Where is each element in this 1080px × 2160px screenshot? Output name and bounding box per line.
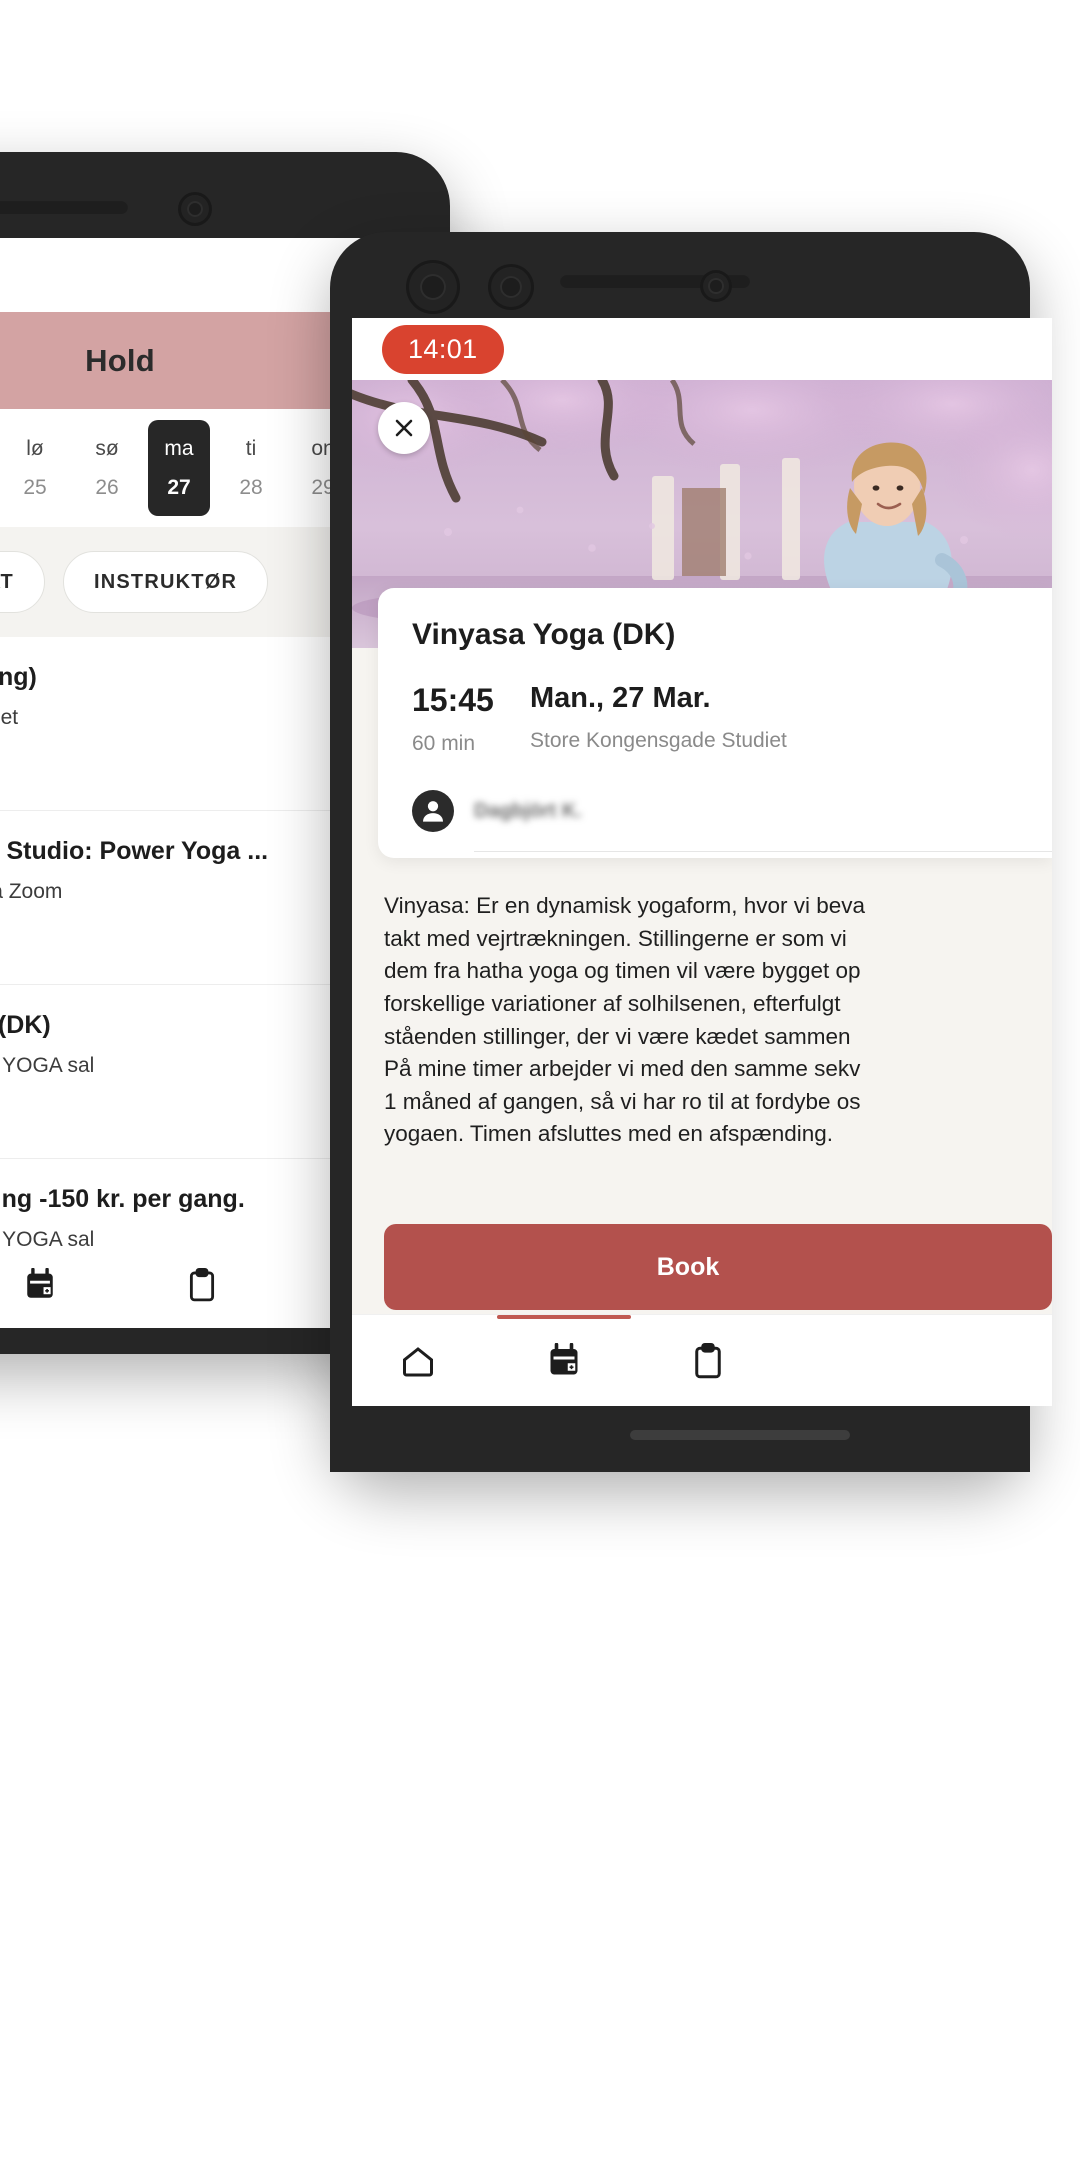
- nav-home-icon[interactable]: [400, 1343, 436, 1379]
- earpiece-speaker: [0, 200, 128, 214]
- front-phone-bottom-bezel: [330, 1400, 1030, 1472]
- divider: [474, 850, 1052, 852]
- filter-chip-instruktoer[interactable]: INSTRUKTØR: [62, 551, 269, 613]
- filter-chip-maerkat[interactable]: MÆRKAT: [0, 551, 45, 613]
- close-button[interactable]: [378, 402, 430, 454]
- class-title-text: HOT Yin Yoga (DK): [0, 1011, 51, 1039]
- back-phone-bezel: [0, 152, 450, 238]
- book-button[interactable]: Book: [384, 1224, 1052, 1310]
- class-location-text: Vesterbro Studiet: [0, 706, 19, 729]
- active-nav-indicator: [497, 1314, 631, 1319]
- gesture-nav-pill[interactable]: [630, 1430, 850, 1440]
- class-title-text: Power Yoga (eng): [0, 663, 37, 691]
- description-line: 1 måned af gangen, så vi har ro til at f…: [384, 1088, 861, 1114]
- detail-instructor-row[interactable]: Dagbjört K.: [412, 790, 1052, 852]
- class-description: Vinyasa: Er en dynamisk yogaform, hvor v…: [352, 858, 1052, 1151]
- day-cell-2[interactable]: lø 25: [4, 420, 66, 516]
- detail-date: Man., 27 Mar.: [530, 682, 711, 714]
- day-of-week: ti: [245, 436, 257, 460]
- day-cell-5[interactable]: ti 28: [220, 420, 282, 516]
- detail-date-block: Man., 27 Mar. Store Kongensgade Studiet: [530, 682, 787, 753]
- sensor-icon: [178, 192, 212, 226]
- detail-meta-row: 15:45 60 min Man., 27 Mar. Store Kongens…: [412, 682, 1052, 756]
- detail-time-block: 15:45 60 min: [412, 682, 530, 756]
- sensor-icon: [700, 270, 732, 302]
- detail-title: Vinyasa Yoga (DK): [412, 618, 676, 651]
- nav-calendar-icon[interactable]: [497, 1314, 631, 1379]
- page-title: Hold: [85, 342, 155, 378]
- day-cell-3[interactable]: sø 26: [76, 420, 138, 516]
- description-line: takt med vejrtrækningen. Stillingerne er…: [384, 925, 847, 951]
- front-bottom-nav: [352, 1314, 1052, 1406]
- description-line: På mine timer arbejder vi med den samme …: [384, 1056, 861, 1082]
- day-of-week: sø: [95, 436, 119, 460]
- front-phone-bezel: [330, 232, 1030, 318]
- class-location-text: Live-Stream via Zoom: [0, 880, 63, 903]
- status-time-badge: 14:01: [382, 324, 504, 374]
- class-detail-card: Vinyasa Yoga (DK) 15:45 60 min Man., 27 …: [378, 588, 1052, 858]
- description-line: Vinyasa: Er en dynamisk yogaform, hvor v…: [384, 893, 866, 918]
- description-line: dem fra hatha yoga og timen vil være byg…: [384, 958, 861, 984]
- class-title-text: Nada Behandling -150 kr. per gang.: [0, 1185, 245, 1213]
- camera-lens-secondary-icon: [488, 264, 534, 310]
- description-line: ståenden stillinger, der vi være kædet s…: [384, 1023, 851, 1049]
- day-number: 26: [95, 475, 119, 499]
- detail-duration: 60 min: [412, 732, 476, 755]
- detail-location: Store Kongensgade Studiet: [530, 729, 787, 752]
- front-phone-screen: 14:01 Vinyasa Yoga (DK) 15:45 60 min Man…: [352, 318, 1052, 1406]
- nav-clipboard-icon[interactable]: [187, 1268, 217, 1307]
- day-number: 27: [167, 475, 191, 499]
- detail-instructor-name: Dagbjört K.: [474, 799, 582, 822]
- description-line: forskellige variationer af solhilsenen, …: [384, 990, 841, 1016]
- day-number: 25: [23, 475, 47, 499]
- close-icon: [395, 419, 413, 437]
- detail-start-time: 15:45: [412, 682, 494, 718]
- class-title-text: Zoom from Studio: Power Yoga ...: [0, 837, 269, 865]
- book-button-container: Book: [352, 1224, 1052, 1310]
- description-line: yogaen. Timen afsluttes med en afspændin…: [384, 1121, 834, 1147]
- front-status-row: 14:01: [352, 318, 1052, 380]
- day-of-week: lø: [26, 436, 44, 460]
- day-cell-selected[interactable]: ma 27: [148, 420, 210, 516]
- camera-lens-icon: [406, 260, 460, 314]
- day-of-week: ma: [164, 436, 194, 460]
- class-location-text: Vesterbro HOT YOGA sal: [0, 1054, 95, 1077]
- class-location-text: Vesterbro HOT YOGA sal: [0, 1228, 95, 1251]
- avatar-person-icon: [412, 790, 454, 832]
- day-number: 28: [239, 475, 263, 499]
- nav-calendar-icon[interactable]: [23, 1267, 57, 1307]
- nav-clipboard-icon[interactable]: [692, 1342, 724, 1379]
